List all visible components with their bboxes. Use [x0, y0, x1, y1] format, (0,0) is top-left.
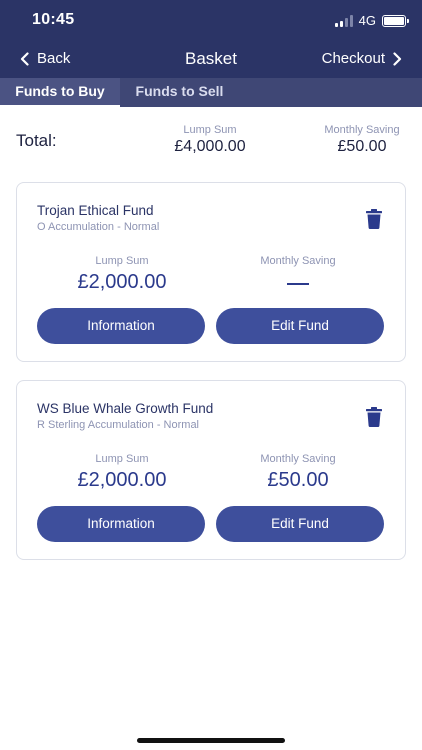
checkout-label: Checkout	[321, 50, 385, 67]
lump-sum-value: £2,000.00	[77, 271, 167, 293]
tab-bar: Funds to Buy Funds to Sell	[0, 78, 422, 107]
basket-totals: Total: Lump Sum £4,000.00 Monthly Saving…	[0, 118, 422, 168]
chevron-right-icon	[393, 51, 402, 66]
total-monthly-saving: Monthly Saving £50.00	[312, 124, 412, 156]
fund-share-class: R Sterling Accumulation - Normal	[37, 419, 200, 431]
lump-sum-label: Lump Sum	[95, 453, 149, 465]
total-monthly-value: £50.00	[337, 138, 387, 155]
monthly-saving-label: Monthly Saving	[260, 453, 336, 465]
monthly-saving-label: Monthly Saving	[260, 255, 336, 267]
total-lump-sum: Lump Sum £4,000.00	[160, 124, 260, 156]
total-label: Total:	[16, 131, 57, 150]
fund-share-class: O Accumulation - Normal	[37, 221, 160, 233]
fund-monthly-saving: Monthly Saving	[213, 255, 383, 285]
fund-lump-sum: Lump Sum £2,000.00	[37, 453, 207, 492]
tab-funds-to-buy[interactable]: Funds to Buy	[0, 78, 120, 107]
edit-fund-button[interactable]: Edit Fund	[216, 506, 384, 542]
total-lump-sum-label: Lump Sum	[183, 124, 237, 136]
checkout-button[interactable]: Checkout	[322, 50, 402, 67]
nav-bar: Back Basket Checkout	[0, 44, 422, 76]
home-indicator[interactable]	[137, 738, 285, 743]
fund-name: Trojan Ethical Fund	[37, 203, 154, 218]
cellular-signal-icon	[334, 14, 353, 27]
status-time: 10:45	[32, 11, 75, 28]
trash-icon[interactable]	[365, 209, 383, 229]
fund-name: WS Blue Whale Growth Fund	[37, 401, 214, 416]
status-bar: 10:45 4G	[0, 0, 422, 42]
fund-card: Trojan Ethical Fund O Accumulation - Nor…	[16, 182, 406, 362]
tab-funds-to-sell[interactable]: Funds to Sell	[122, 78, 237, 107]
lump-sum-value: £2,000.00	[77, 469, 167, 491]
monthly-saving-empty-dash	[287, 283, 309, 285]
edit-fund-button[interactable]: Edit Fund	[216, 308, 384, 344]
app-header: 10:45 4G Back Basket Checkout Funds to B…	[0, 0, 422, 107]
monthly-saving-value: £50.00	[267, 469, 329, 491]
information-button[interactable]: Information	[37, 308, 205, 344]
total-monthly-label: Monthly Saving	[324, 124, 400, 136]
fund-lump-sum: Lump Sum £2,000.00	[37, 255, 207, 294]
lump-sum-label: Lump Sum	[95, 255, 149, 267]
status-indicators: 4G	[334, 13, 409, 28]
network-type: 4G	[358, 13, 376, 28]
total-lump-sum-value: £4,000.00	[174, 138, 246, 155]
battery-icon	[382, 14, 409, 27]
fund-monthly-saving: Monthly Saving £50.00	[213, 453, 383, 492]
fund-card: WS Blue Whale Growth Fund R Sterling Acc…	[16, 380, 406, 560]
information-button[interactable]: Information	[37, 506, 205, 542]
trash-icon[interactable]	[365, 407, 383, 427]
